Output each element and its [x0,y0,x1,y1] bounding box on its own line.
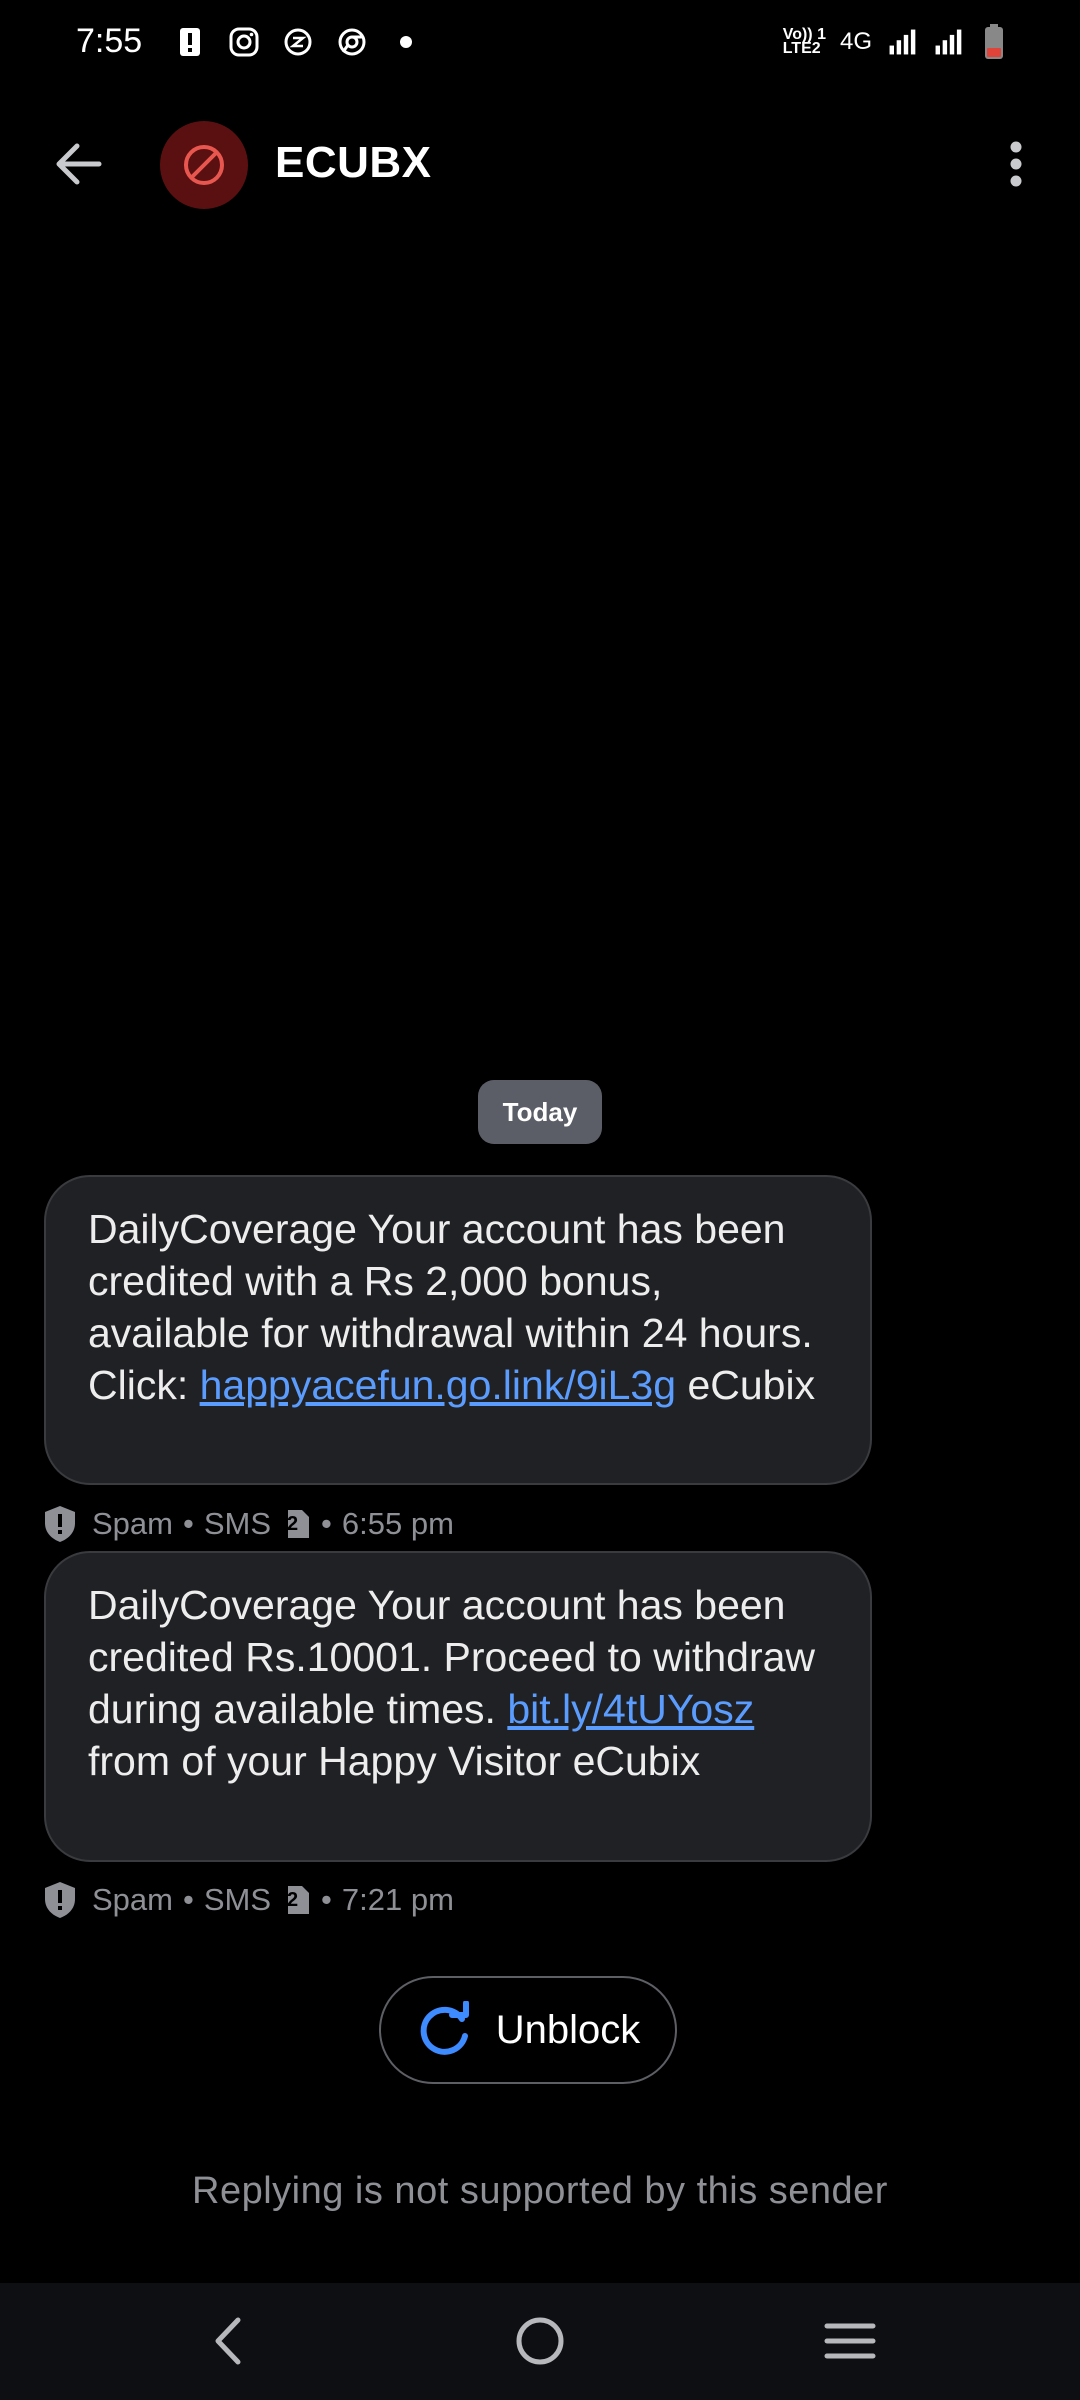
avatar[interactable] [160,121,248,209]
home-nav-icon [516,2317,564,2365]
more-vert-icon [1010,141,1022,187]
instagram-icon [228,26,260,58]
separator: • [321,1506,332,1541]
message-link[interactable]: bit.ly/4tUYosz [507,1686,754,1732]
sender-title[interactable]: ECUBX [275,138,432,188]
network-type: 4G [839,28,872,55]
unblock-button[interactable]: Unblock [379,1976,677,2084]
separator: • [182,1506,194,1541]
volte-indicator: Vo)) 1 LTE2 [782,26,826,57]
signal-2-icon [932,26,964,58]
message-bubble[interactable]: DailyCoverage Your account has been cred… [44,1551,872,1862]
back-button[interactable] [44,130,112,198]
message-time: 6:55 pm [341,1506,454,1541]
block-icon [184,145,224,185]
message-meta: Spam • SMS 2 • 7:21 pm [42,1878,454,1922]
spam-shield-icon [45,1506,75,1542]
alert-icon [174,26,206,58]
nav-back-button[interactable] [188,2301,268,2381]
message-text-suffix: eCubix [676,1362,816,1408]
navigation-bar [0,2283,1080,2400]
arrow-left-icon [56,143,102,185]
date-separator: Today [478,1080,602,1144]
nav-home-button[interactable] [500,2301,580,2381]
spam-label: Spam [92,1882,173,1917]
more-options-button[interactable] [982,130,1050,198]
spam-label: Spam [92,1506,173,1541]
notification-icons [174,26,422,58]
battery-icon [978,24,1010,59]
message-time: 7:21 pm [341,1882,454,1917]
chrome-icon [336,26,368,58]
separator: • [321,1882,332,1917]
status-bar: 7:55 Vo)) 1 LTE2 4G [0,0,1080,90]
recents-nav-icon [824,2323,876,2359]
refresh-icon [420,2001,469,2055]
message-link[interactable]: happyacefun.go.link/9iL3g [200,1362,676,1408]
back-nav-icon [215,2317,241,2365]
sms-label: SMS [203,1506,272,1541]
status-time: 7:55 [76,22,143,60]
separator: • [182,1882,194,1917]
spam-shield-icon [45,1882,75,1918]
system-icons: Vo)) 1 LTE2 4G [782,24,1010,59]
sms-label: SMS [203,1882,272,1917]
unblock-label: Unblock [495,2007,641,2052]
message-meta: Spam • SMS 2 • 6:55 pm [42,1502,454,1546]
threads-icon [282,26,314,58]
nav-recents-button[interactable] [810,2301,890,2381]
signal-icon [886,26,918,58]
dot-icon [390,26,422,58]
conversation-header: ECUBX [0,100,1080,230]
message-text-suffix: from of your Happy Visitor eCubix [88,1738,701,1784]
reply-not-supported-note: Replying is not supported by this sender [192,2170,888,2212]
message-bubble[interactable]: DailyCoverage Your account has been cred… [44,1175,872,1485]
